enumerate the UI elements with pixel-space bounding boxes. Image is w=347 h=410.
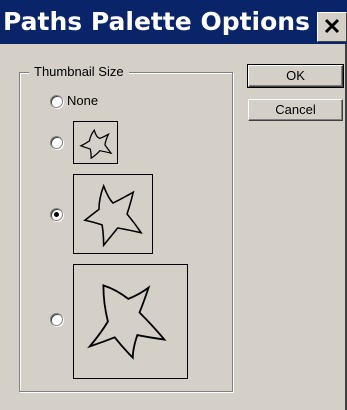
star-path-thumbnail-icon	[87, 284, 167, 360]
radio-none-label[interactable]: None	[67, 92, 98, 110]
radio-thumbnail-none[interactable]	[50, 95, 63, 108]
star-path-thumbnail-icon	[83, 183, 143, 248]
radio-thumbnail-large[interactable]	[50, 313, 63, 326]
radio-thumbnail-medium[interactable]	[50, 208, 63, 221]
close-button[interactable]	[317, 12, 347, 42]
ok-button[interactable]: OK	[247, 64, 344, 88]
cancel-button[interactable]: Cancel	[248, 99, 343, 121]
star-path-thumbnail-icon	[79, 128, 113, 160]
thumbnail-small-preview[interactable]	[73, 121, 118, 164]
radio-selected-dot	[54, 212, 59, 217]
radio-thumbnail-small[interactable]	[50, 136, 63, 149]
thumbnail-size-legend: Thumbnail Size	[29, 62, 129, 82]
dialog-title: Paths Palette Options	[3, 7, 310, 36]
title-bar[interactable]: Paths Palette Options	[0, 0, 347, 44]
thumbnail-medium-preview[interactable]	[73, 174, 153, 254]
thumbnail-large-preview[interactable]	[73, 264, 188, 379]
close-icon	[324, 18, 340, 34]
